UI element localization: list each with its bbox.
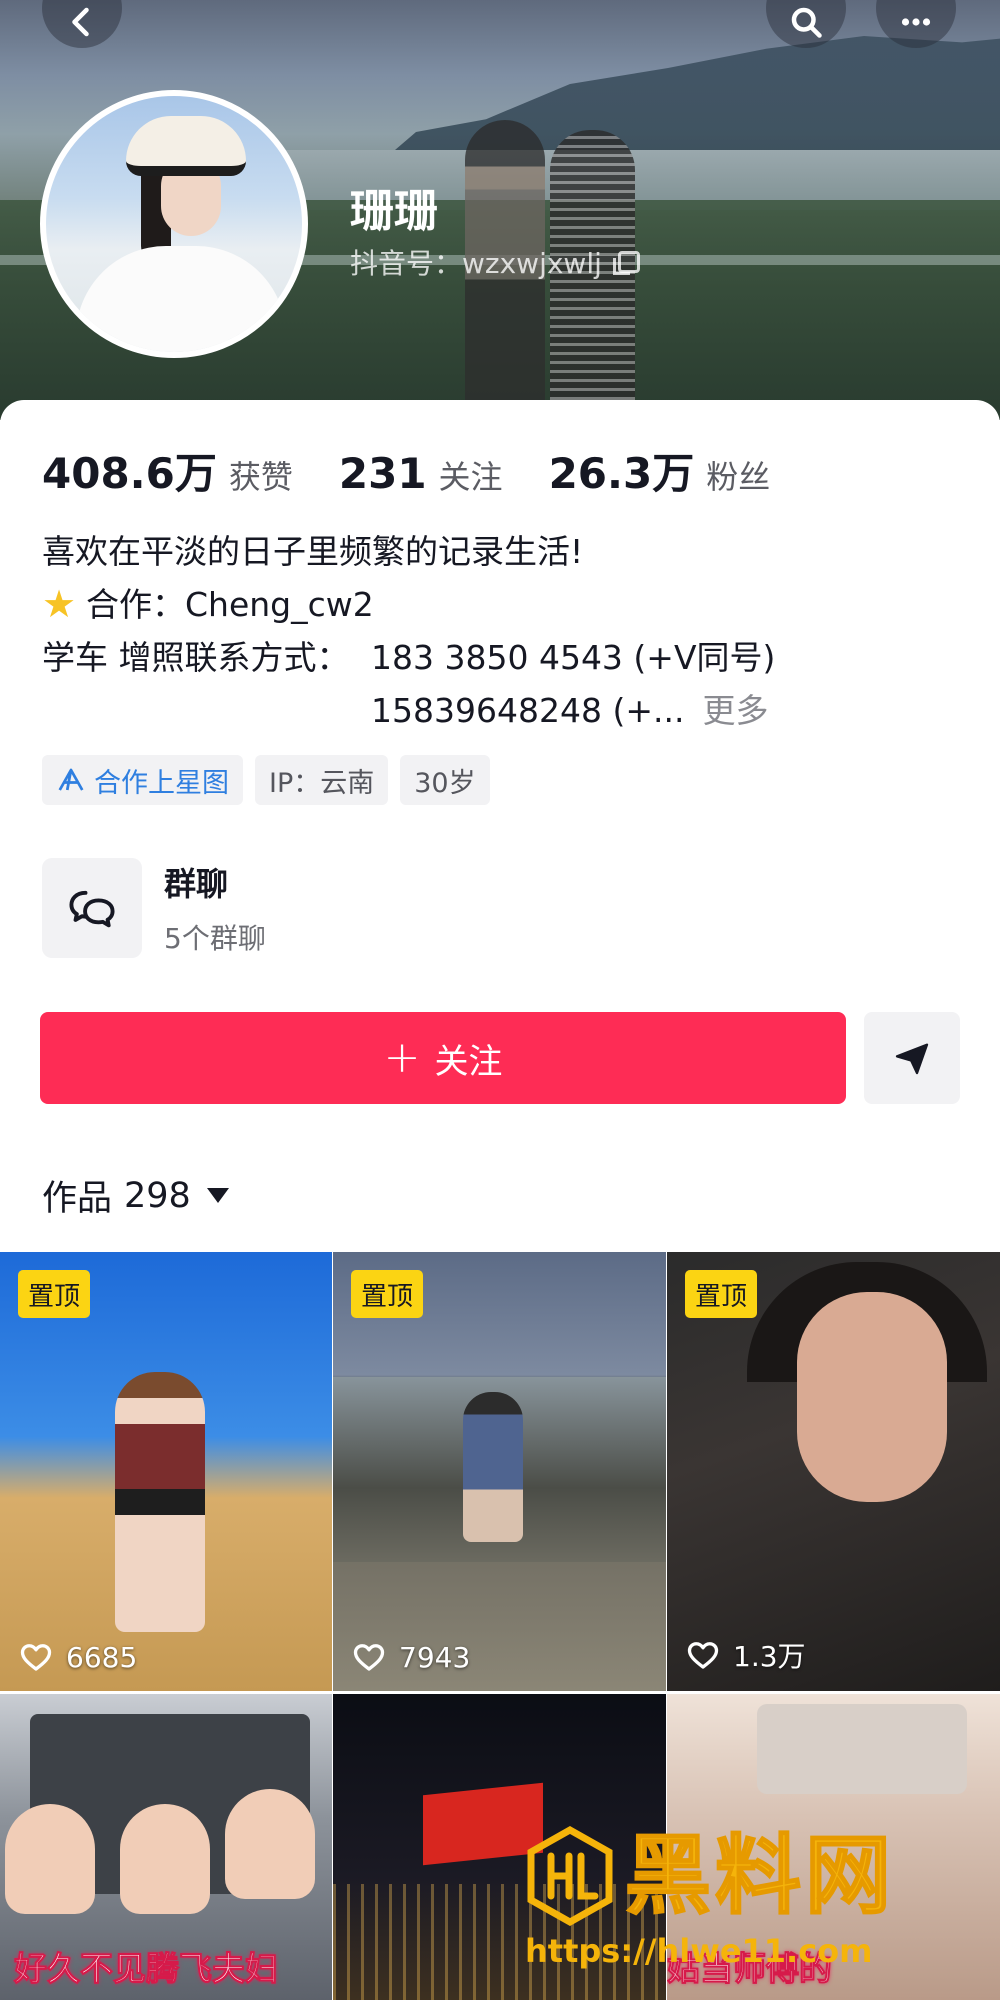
- video-likes-count: 1.3万: [733, 1640, 806, 1673]
- watermark-text: 黑料网: [624, 1825, 895, 1927]
- douyin-id[interactable]: 抖音号：wzxwjxwlj: [350, 242, 640, 282]
- tag-ip: IP：云南: [255, 755, 389, 805]
- tag-row: 合作上星图 IP：云南 30岁: [42, 755, 490, 805]
- works-tab-label: 作品: [42, 1179, 113, 1219]
- bio-contact-line: 学车 增照联系方式： 183 3850 4543 (+V同号): [42, 631, 775, 684]
- watermark: 黑料网 https://hlwe11.com: [525, 1825, 1000, 2000]
- watermark-url: https://hlwe11.com: [525, 1932, 873, 1970]
- video-likes-count: 6685: [66, 1640, 138, 1674]
- profile-name: 珊珊: [350, 186, 438, 237]
- video-thumbnail-face: [797, 1292, 947, 1502]
- pinned-badge: 置顶: [351, 1270, 424, 1318]
- video-likes: 6685: [18, 1639, 137, 1675]
- video-thumbnail-person: [5, 1804, 95, 1914]
- bio: 喜欢在平淡的日子里频繁的记录生活! ★ 合作：Cheng_cw2 学车 增照联系…: [42, 525, 775, 737]
- stat-following[interactable]: 231 关注: [339, 449, 503, 498]
- stat-following-value: 231: [338, 449, 427, 498]
- profile-card: 408.6万 获赞 231 关注 26.3万 粉丝 喜欢在平淡的日子里频繁的记录…: [0, 400, 1000, 1250]
- douyin-id-text: 抖音号：wzxwjxwlj: [350, 247, 602, 280]
- works-count: 298: [124, 1175, 191, 1216]
- bio-coop: 合作：Cheng_cw2: [86, 585, 374, 624]
- tag-xingtu-label: 合作上星图: [94, 767, 229, 799]
- group-chat-text: 群聊 5个群聊: [164, 859, 266, 957]
- stat-likes: 408.6万 获赞: [42, 440, 293, 501]
- video-tile[interactable]: 置顶 7943: [333, 1252, 666, 1691]
- caret-down-icon[interactable]: [206, 1188, 229, 1203]
- video-tile[interactable]: 置顶 1.3万: [667, 1252, 1000, 1691]
- copy-icon[interactable]: [612, 251, 640, 275]
- video-caption: 好久不见腾飞夫妇: [14, 1949, 279, 1989]
- bio-phone-1: 183 3850 4543 (+V同号): [371, 638, 776, 677]
- video-thumbnail-person: [225, 1789, 315, 1899]
- pinned-badge: 置顶: [685, 1270, 758, 1318]
- avatar-shirt: [76, 246, 286, 352]
- bio-coop-line: ★ 合作：Cheng_cw2: [42, 578, 775, 631]
- stats-row: 408.6万 获赞 231 关注 26.3万 粉丝: [42, 440, 816, 501]
- stat-followers-value: 26.3万: [548, 449, 695, 498]
- stat-followers[interactable]: 26.3万 粉丝: [549, 440, 771, 501]
- bio-phone-line: 15839648248 (+... 更多: [42, 684, 775, 737]
- group-chat-title: 群聊: [164, 865, 229, 903]
- heart-icon: [353, 1644, 385, 1671]
- video-tile[interactable]: 好久不见腾飞夫妇: [0, 1694, 332, 2000]
- works-tab[interactable]: 作品 298: [42, 1170, 229, 1221]
- video-thumbnail-figure: [463, 1392, 523, 1542]
- tag-age: 30岁: [400, 755, 490, 805]
- send-icon: [895, 1043, 929, 1075]
- bio-line: 喜欢在平淡的日子里频繁的记录生活!: [42, 532, 584, 571]
- xingtu-icon: [58, 768, 84, 791]
- stat-following-label: 关注: [438, 458, 503, 496]
- follow-button-label: 关注: [434, 1041, 503, 1082]
- video-thumbnail-person: [120, 1804, 210, 1914]
- pinned-badge: 置顶: [18, 1270, 91, 1318]
- follow-button[interactable]: + 关注: [40, 1012, 846, 1104]
- chat-bubble-icon: [69, 890, 115, 928]
- video-likes: 1.3万: [685, 1635, 806, 1675]
- stat-followers-label: 粉丝: [706, 458, 771, 496]
- group-chat-icon-box: [42, 858, 142, 958]
- search-icon: [791, 7, 822, 38]
- watermark-logo-icon: [527, 1826, 613, 1926]
- bio-contact-label: 学车 增照联系方式：: [42, 638, 350, 677]
- avatar-hat: [126, 116, 246, 176]
- heart-icon: [20, 1644, 52, 1671]
- group-chat-subtitle: 5个群聊: [164, 922, 266, 955]
- chevron-left-icon: [72, 7, 89, 37]
- plus-icon: +: [383, 1032, 421, 1083]
- stat-likes-value: 408.6万: [42, 449, 217, 498]
- avatar[interactable]: [40, 90, 308, 358]
- bio-phone-2: 15839648248 (+...: [371, 691, 685, 730]
- video-likes: 7943: [351, 1639, 470, 1675]
- heart-icon: [687, 1642, 719, 1669]
- more-dots-icon: [901, 18, 931, 26]
- stat-likes-label: 获赞: [228, 458, 293, 496]
- video-tile[interactable]: 置顶 6685: [0, 1252, 332, 1691]
- group-chat-entry[interactable]: 群聊 5个群聊: [42, 858, 266, 958]
- bio-more-link[interactable]: 更多: [702, 684, 768, 737]
- share-button[interactable]: [864, 1012, 960, 1104]
- star-icon: ★: [42, 582, 77, 626]
- video-thumbnail: [757, 1704, 967, 1794]
- video-likes-count: 7943: [399, 1640, 471, 1674]
- tag-xingtu[interactable]: 合作上星图: [42, 755, 243, 805]
- video-thumbnail: [115, 1372, 205, 1632]
